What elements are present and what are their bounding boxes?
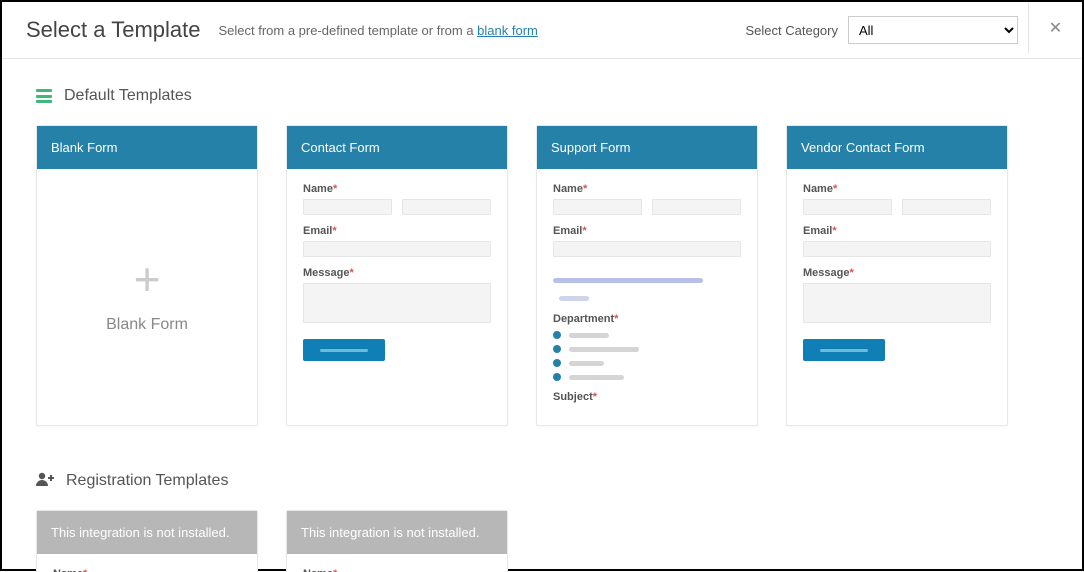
input-preview — [652, 199, 741, 215]
field-label-email: Email* — [803, 225, 991, 237]
card-body: Name* — [37, 554, 257, 572]
field-label-message: Message* — [803, 267, 991, 279]
input-preview — [303, 199, 392, 215]
page-subtitle: Select from a pre-defined template or fr… — [218, 23, 537, 38]
card-title: Support Form — [537, 126, 757, 169]
input-preview — [553, 199, 642, 215]
card-body: Name* Email* Message* — [787, 169, 1007, 425]
input-preview — [402, 199, 491, 215]
name-row — [303, 199, 491, 215]
category-label: Select Category — [746, 23, 839, 38]
template-card-support[interactable]: Support Form Name* Email* Department* — [536, 125, 758, 426]
submit-button-preview — [303, 339, 385, 361]
name-row — [803, 199, 991, 215]
blank-form-label: Blank Form — [106, 316, 188, 334]
list-icon — [36, 89, 52, 103]
radio-preview — [553, 331, 741, 339]
field-label-subject: Subject* — [553, 391, 741, 403]
field-label-department: Department* — [553, 313, 741, 325]
submit-button-preview — [803, 339, 885, 361]
textarea-preview — [303, 283, 491, 323]
template-card-vendor[interactable]: Vendor Contact Form Name* Email* Message… — [786, 125, 1008, 426]
card-title-disabled: This integration is not installed. — [37, 511, 257, 554]
content-scroll[interactable]: Default Templates Blank Form + Blank For… — [2, 59, 1082, 572]
category-select[interactable]: All — [848, 16, 1018, 44]
header-controls: Select Category All — [746, 16, 1059, 44]
section-header-default: Default Templates — [36, 87, 1048, 105]
field-label-name: Name* — [303, 183, 491, 195]
field-label-name: Name* — [553, 183, 741, 195]
field-label-email: Email* — [553, 225, 741, 237]
template-card-contact[interactable]: Contact Form Name* Email* Message* — [286, 125, 508, 426]
textarea-preview — [803, 283, 991, 323]
card-body: Name* — [287, 554, 507, 572]
template-card-registration[interactable]: This integration is not installed. Name* — [36, 510, 258, 572]
field-label-message: Message* — [303, 267, 491, 279]
input-preview — [902, 199, 991, 215]
section-title-default: Default Templates — [64, 87, 192, 105]
field-label-name: Name* — [303, 568, 491, 572]
radio-preview — [553, 359, 741, 367]
input-preview — [553, 241, 741, 257]
section-header-registration: Registration Templates — [36, 472, 1048, 490]
field-label-name: Name* — [803, 183, 991, 195]
radio-preview — [553, 345, 741, 353]
input-preview — [803, 241, 991, 257]
card-title: Vendor Contact Form — [787, 126, 1007, 169]
section-title-registration: Registration Templates — [66, 472, 228, 490]
default-templates-grid: Blank Form + Blank Form Contact Form Nam… — [36, 125, 1048, 426]
template-card-blank[interactable]: Blank Form + Blank Form — [36, 125, 258, 426]
subtitle-text: Select from a pre-defined template or fr… — [218, 23, 477, 38]
blank-form-link[interactable]: blank form — [477, 23, 538, 38]
template-card-registration[interactable]: This integration is not installed. Name* — [286, 510, 508, 572]
card-body: Name* Email* Department* Subject* — [537, 169, 757, 425]
user-add-icon — [36, 472, 54, 490]
page-title: Select a Template — [26, 17, 200, 43]
dialog-header: Select a Template Select from a pre-defi… — [2, 2, 1082, 59]
close-button[interactable]: ✕ — [1028, 2, 1082, 54]
plus-icon: + — [134, 256, 161, 302]
radio-preview — [553, 373, 741, 381]
registration-templates-grid: This integration is not installed. Name*… — [36, 510, 1048, 572]
close-icon: ✕ — [1049, 18, 1062, 38]
field-label-name: Name* — [53, 568, 241, 572]
card-title: Contact Form — [287, 126, 507, 169]
card-body: Name* Email* Message* — [287, 169, 507, 425]
name-row — [553, 199, 741, 215]
card-title-disabled: This integration is not installed. — [287, 511, 507, 554]
input-preview — [803, 199, 892, 215]
skeleton-row — [553, 267, 741, 303]
input-preview — [303, 241, 491, 257]
card-title: Blank Form — [37, 126, 257, 169]
card-body: + Blank Form — [37, 169, 257, 425]
field-label-email: Email* — [303, 225, 491, 237]
